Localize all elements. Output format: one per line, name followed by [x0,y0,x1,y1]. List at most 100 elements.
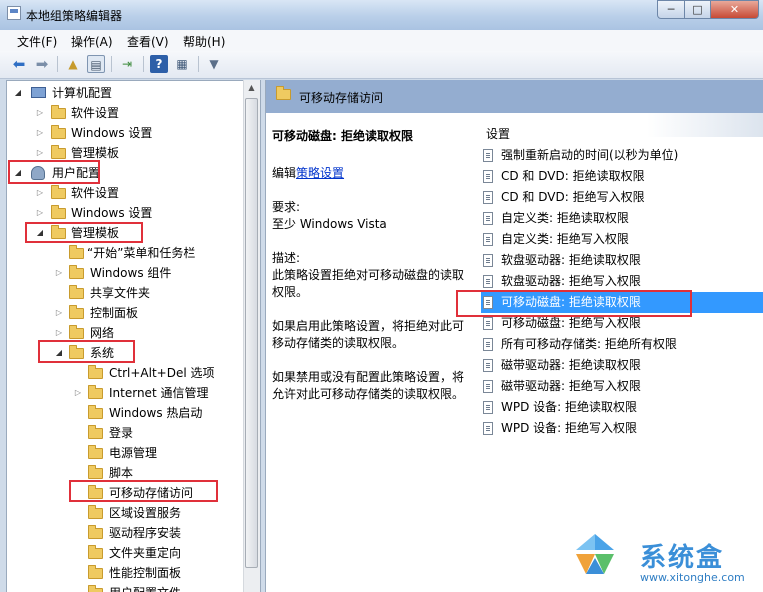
setting-row[interactable]: CD 和 DVD: 拒绝写入权限 [481,187,763,208]
folder-icon [88,545,103,559]
tree-node[interactable]: 用户配置文件 [7,583,247,592]
tree-pane: ◢ 计算机配置 ▷ 软件设置 ▷ Windows 设置 ▷ 管理模板 ◢ 用户配… [6,80,261,592]
watermark-logo-icon [576,534,614,574]
minimize-button[interactable]: ─ [657,0,685,19]
tree-node[interactable]: ▷ Internet 通信管理 [7,383,247,403]
folder-icon [88,425,103,439]
description-panel [266,113,471,592]
tree-node[interactable]: Windows 热启动 [7,403,247,423]
settings-header-label: 设置 [486,127,511,141]
tree-node[interactable]: ▷ 软件设置 [7,183,247,203]
folder-icon [88,465,103,479]
setting-row[interactable]: 可移动磁盘: 拒绝写入权限 [481,313,763,334]
menu-action[interactable]: 操作(A) [71,33,113,50]
policy-icon [483,149,493,162]
setting-row[interactable]: WPD 设备: 拒绝写入权限 [481,418,763,439]
description-text-2: 如果启用此策略设置，将拒绝对此可移动存储类的读取权限。 [272,319,465,350]
folder-icon [69,305,84,319]
edit-policy-link[interactable]: 策略设置 [296,166,344,180]
tree-node[interactable]: 电源管理 [7,443,247,463]
policy-icon [483,212,493,225]
export-list-icon[interactable]: ⇥ [118,55,136,73]
forward-arrow-icon[interactable]: ➡ [33,55,51,73]
menu-help[interactable]: 帮助(H) [183,33,225,50]
setting-row[interactable]: 自定义类: 拒绝写入权限 [481,229,763,250]
edit-prefix: 编辑 [272,166,297,180]
up-folder-icon[interactable]: ▲ [64,55,82,73]
tree-node-user-config[interactable]: ◢ 用户配置 [7,163,247,183]
window-title: 本地组策略编辑器 [26,9,123,23]
setting-row[interactable]: 强制重新启动的时间(以秒为单位) [481,145,763,166]
tree-node[interactable]: ▷ Windows 组件 [7,263,247,283]
settings-column-header[interactable] [473,113,763,137]
setting-row[interactable]: 磁带驱动器: 拒绝写入权限 [481,376,763,397]
tree-node[interactable]: ▷ 控制面板 [7,303,247,323]
policy-icon [483,338,493,351]
description-label: 描述: [272,251,301,265]
tree-node-admin-templates[interactable]: ◢ 管理模板 [7,223,247,243]
folder-icon [88,365,103,379]
tree-node[interactable]: ▷ 管理模板 [7,143,247,163]
tree-node[interactable]: “开始”菜单和任务栏 [7,243,247,263]
tree-node[interactable]: ▷ 网络 [7,323,247,343]
folder-icon [69,345,84,359]
tree-node[interactable]: 性能控制面板 [7,563,247,583]
tree-node[interactable]: ▷ 软件设置 [7,103,247,123]
details-header-title: 可移动存储访问 [299,91,384,105]
policy-icon [483,317,493,330]
tree-node[interactable]: 驱动程序安装 [7,523,247,543]
watermark-url: www.xitonghe.com [640,571,745,584]
tree-node[interactable]: 区域设置服务 [7,503,247,523]
policy-icon [483,233,493,246]
setting-row-selected[interactable]: 可移动磁盘: 拒绝读取权限 [481,292,763,313]
folder-icon [51,225,66,239]
folder-icon [276,86,291,100]
setting-row[interactable]: 磁带驱动器: 拒绝读取权限 [481,355,763,376]
policy-icon [483,275,493,288]
tree-node[interactable]: 登录 [7,423,247,443]
back-arrow-icon[interactable]: ⬅ [10,55,28,73]
tree-node[interactable]: 文件夹重定向 [7,543,247,563]
setting-row[interactable]: 自定义类: 拒绝读取权限 [481,208,763,229]
policy-icon [483,170,493,183]
setting-row[interactable]: WPD 设备: 拒绝读取权限 [481,397,763,418]
tree-node-system[interactable]: ◢ 系统 [7,343,247,363]
close-button[interactable]: ✕ [710,0,759,19]
tree-node-removable-storage[interactable]: 可移动存储访问 [7,483,247,503]
tree-node-computer-config[interactable]: ◢ 计算机配置 [7,83,247,103]
tree-scroll-thumb[interactable] [245,98,258,568]
setting-row[interactable]: 软盘驱动器: 拒绝写入权限 [481,271,763,292]
tree-node[interactable]: ▷ Windows 设置 [7,123,247,143]
policy-icon [483,401,493,414]
folder-icon [51,145,66,159]
folder-icon [88,445,103,459]
tree-node[interactable]: 共享文件夹 [7,283,247,303]
tree-node[interactable]: Ctrl+Alt+Del 选项 [7,363,247,383]
toolbar: ⬅ ➡ ▲ ▤ ⇥ ? ▦ ▼ [0,51,763,79]
requirements-value: 至少 Windows Vista [272,217,387,231]
setting-row[interactable]: 软盘驱动器: 拒绝读取权限 [481,250,763,271]
policy-icon [483,254,493,267]
folder-icon [88,585,103,592]
tree-node[interactable]: ▷ Windows 设置 [7,203,247,223]
app-icon [7,6,21,20]
folder-icon [51,205,66,219]
folder-icon [51,185,66,199]
help-icon[interactable]: ? [150,55,168,73]
filter-icon[interactable]: ▼ [205,55,223,73]
setting-row[interactable]: CD 和 DVD: 拒绝读取权限 [481,166,763,187]
setting-row[interactable]: 所有可移动存储类: 拒绝所有权限 [481,334,763,355]
menu-view[interactable]: 查看(V) [127,33,169,50]
folder-icon [88,565,103,579]
tree-node[interactable]: 脚本 [7,463,247,483]
scroll-up-arrow-icon[interactable]: ▲ [244,81,259,95]
show-hide-tree-icon[interactable]: ▤ [87,55,105,73]
policy-icon [483,191,493,204]
user-icon [31,166,45,180]
maximize-button[interactable]: □ [684,0,711,19]
policy-title: 可移动磁盘: 拒绝读取权限 [272,129,413,143]
folder-icon [69,325,84,339]
properties-icon[interactable]: ▦ [173,55,191,73]
folder-icon [51,105,66,119]
menu-file[interactable]: 文件(F) [17,33,57,50]
